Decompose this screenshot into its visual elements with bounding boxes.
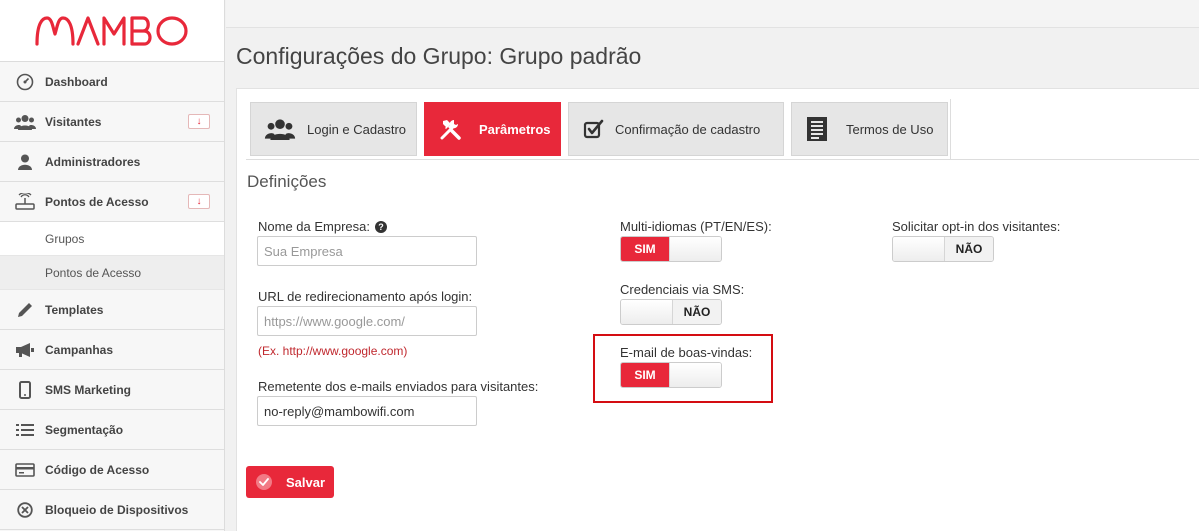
card-icon [14,461,36,479]
sms-credentials-toggle[interactable]: NÃO [620,299,722,325]
help-icon[interactable]: ? [375,221,387,233]
phone-icon [14,380,36,399]
sidebar-item-label: Código de Acesso [45,462,150,477]
sidebar: Dashboard Visitantes ↓ Administradores P… [0,0,225,531]
tab-bar: Login e Cadastro Parâmetros Confirmação … [246,99,1199,160]
sidebar-subitem-pontos-de-acesso[interactable]: Pontos de Acesso [0,256,224,290]
section-title: Definições [247,172,327,191]
redirect-url-input[interactable] [257,306,477,336]
sidebar-subitem-grupos[interactable]: Grupos [0,222,224,256]
company-name-input[interactable] [257,236,477,266]
company-name-label: Nome da Empresa:? [258,219,387,234]
sidebar-item-label: Dashboard [45,74,108,89]
mambo-logo-icon [35,15,188,46]
toggle-knob [893,237,945,261]
router-icon [14,192,36,211]
tab-termos-de-uso[interactable]: Termos de Uso [791,102,948,156]
toggle-state: SIM [621,237,669,261]
sidebar-item-administradores[interactable]: Administradores [0,142,224,182]
sidebar-item-visitantes[interactable]: Visitantes ↓ [0,102,224,142]
multi-language-toggle[interactable]: SIM [620,236,722,262]
page-title: Configurações do Grupo: Grupo padrão [236,43,642,69]
top-bar [226,0,1199,28]
document-icon [806,116,828,142]
tab-label: Parâmetros [479,121,551,137]
redirect-url-hint: (Ex. http://www.google.com) [258,344,408,358]
sidebar-item-label: Templates [45,302,104,317]
dashboard-icon [14,73,36,91]
megaphone-icon [14,341,36,359]
sender-email-input[interactable] [257,396,477,426]
users-icon [14,113,36,131]
sidebar-item-label: Administradores [45,154,141,169]
tools-icon [439,117,463,141]
sidebar-item-segmentacao[interactable]: Segmentação [0,410,224,450]
sidebar-item-bloqueio-de-dispositivos[interactable]: Bloqueio de Dispositivos [0,490,224,530]
list-icon [14,421,36,439]
toggle-knob [669,237,721,261]
welcome-email-toggle[interactable]: SIM [620,362,722,388]
sidebar-item-dashboard[interactable]: Dashboard [0,62,224,102]
opt-in-label: Solicitar opt-in dos visitantes: [892,219,1061,234]
sidebar-item-label: Bloqueio de Dispositivos [45,502,189,517]
tab-confirmacao-cadastro[interactable]: Confirmação de cadastro [568,102,784,156]
welcome-email-label: E-mail de boas-vindas: [620,345,753,360]
check-circle-icon [256,474,272,490]
expand-badge[interactable]: ↓ [188,194,210,209]
sidebar-item-pontos-de-acesso[interactable]: Pontos de Acesso ↓ [0,182,224,222]
sidebar-item-templates[interactable]: Templates [0,290,224,330]
tab-label: Termos de Uso [846,121,934,137]
toggle-state: NÃO [673,300,721,324]
user-icon [14,153,36,171]
brand-logo[interactable] [0,0,224,62]
tab-label: Confirmação de cadastro [615,121,761,137]
sidebar-item-campanhas[interactable]: Campanhas [0,330,224,370]
tab-parametros[interactable]: Parâmetros [424,102,561,156]
tab-label: Login e Cadastro [307,121,407,137]
block-icon [14,501,36,519]
toggle-state: SIM [621,363,669,387]
opt-in-toggle[interactable]: NÃO [892,236,994,262]
sidebar-item-label: Campanhas [45,342,114,357]
sidebar-item-label: Segmentação [45,422,124,437]
tab-divider [950,99,951,159]
expand-badge[interactable]: ↓ [188,114,210,129]
sms-credentials-label: Credenciais via SMS: [620,282,745,297]
sidebar-item-label: Visitantes [45,114,102,129]
save-button[interactable]: Salvar [246,466,334,498]
toggle-knob [621,300,673,324]
save-label: Salvar [286,474,326,490]
pencil-icon [14,301,36,319]
redirect-url-label: URL de redirecionamento após login: [258,289,473,304]
sidebar-item-codigo-de-acesso[interactable]: Código de Acesso [0,450,224,490]
sidebar-item-label: SMS Marketing [45,382,132,397]
sidebar-item-label: Pontos de Acesso [45,194,149,209]
tab-login-cadastro[interactable]: Login e Cadastro [250,102,417,156]
toggle-state: NÃO [945,237,993,261]
multi-language-label: Multi-idiomas (PT/EN/ES): [620,219,772,234]
checkbox-icon [583,119,605,139]
toggle-knob [669,363,721,387]
users-icon [263,118,297,140]
sidebar-item-sms-marketing[interactable]: SMS Marketing [0,370,224,410]
sender-email-label: Remetente dos e-mails enviados para visi… [258,379,539,394]
